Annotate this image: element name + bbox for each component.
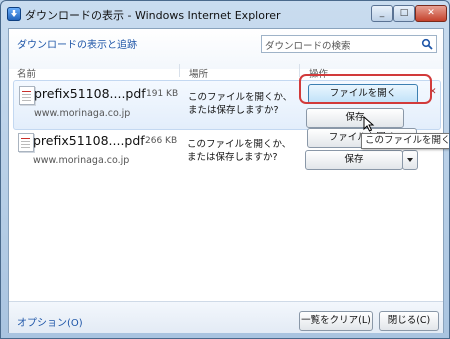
file-name: prefix51108....pdf bbox=[33, 133, 145, 148]
pdf-file-icon bbox=[18, 133, 34, 152]
file-size: 266 KB bbox=[145, 136, 178, 146]
open-file-button[interactable]: ファイルを開く bbox=[308, 84, 418, 104]
window-title: ダウンロードの表示 - Windows Internet Explorer bbox=[25, 9, 281, 22]
save-options-dropdown[interactable] bbox=[402, 150, 418, 170]
view-downloads-link[interactable]: ダウンロードの表示と追跡 bbox=[17, 36, 137, 51]
search-input[interactable]: ダウンロードの検索 bbox=[261, 35, 437, 53]
save-button[interactable]: 保存 bbox=[306, 108, 404, 128]
title-bar[interactable]: ダウンロードの表示 - Windows Internet Explorer _ … bbox=[1, 1, 449, 27]
file-size: 191 KB bbox=[146, 89, 179, 99]
column-header-name[interactable]: 名前 bbox=[17, 66, 36, 80]
tooltip: このファイルを開く bbox=[361, 133, 449, 149]
search-icon[interactable] bbox=[421, 38, 433, 50]
file-source: www.morinaga.co.jp bbox=[33, 155, 130, 166]
mouse-cursor-icon bbox=[363, 116, 375, 132]
remove-row-icon[interactable]: ✕ bbox=[429, 87, 437, 97]
location-prompt: このファイルを開くか、または保存しますか? bbox=[187, 139, 292, 163]
chevron-down-icon bbox=[407, 157, 413, 162]
minimize-button[interactable]: _ bbox=[371, 5, 393, 22]
close-button[interactable]: 閉じる(C) bbox=[379, 311, 439, 331]
column-divider bbox=[299, 64, 300, 77]
ie-download-icon bbox=[7, 7, 21, 21]
pdf-file-icon bbox=[19, 86, 35, 105]
footer: オプション(O) 一覧をクリア(L) 閉じる(C) bbox=[9, 301, 443, 333]
column-divider bbox=[179, 64, 180, 77]
header: ダウンロードの表示と追跡 ダウンロードの検索 bbox=[9, 29, 443, 69]
file-name: prefix51108....pdf bbox=[34, 86, 146, 101]
options-link[interactable]: オプション(O) bbox=[17, 314, 83, 329]
download-manager: ダウンロードの表示と追跡 ダウンロードの検索 名前 場所 操作 prefix51… bbox=[8, 28, 449, 333]
file-source: www.morinaga.co.jp bbox=[34, 108, 131, 119]
download-window: ダウンロードの表示 - Windows Internet Explorer _ … bbox=[0, 0, 450, 339]
close-window-button[interactable]: ✕ bbox=[415, 5, 447, 22]
maximize-button[interactable]: □ bbox=[393, 5, 415, 22]
clear-list-button[interactable]: 一覧をクリア(L) bbox=[299, 311, 373, 331]
save-button[interactable]: 保存 bbox=[305, 150, 403, 170]
column-header-action[interactable]: 操作 bbox=[309, 66, 328, 80]
column-header-location[interactable]: 場所 bbox=[189, 66, 208, 80]
download-row[interactable]: prefix51108....pdf 191 KB www.morinaga.c… bbox=[13, 80, 441, 130]
search-placeholder: ダウンロードの検索 bbox=[265, 41, 351, 52]
location-prompt: このファイルを開くか、または保存しますか? bbox=[188, 92, 293, 116]
